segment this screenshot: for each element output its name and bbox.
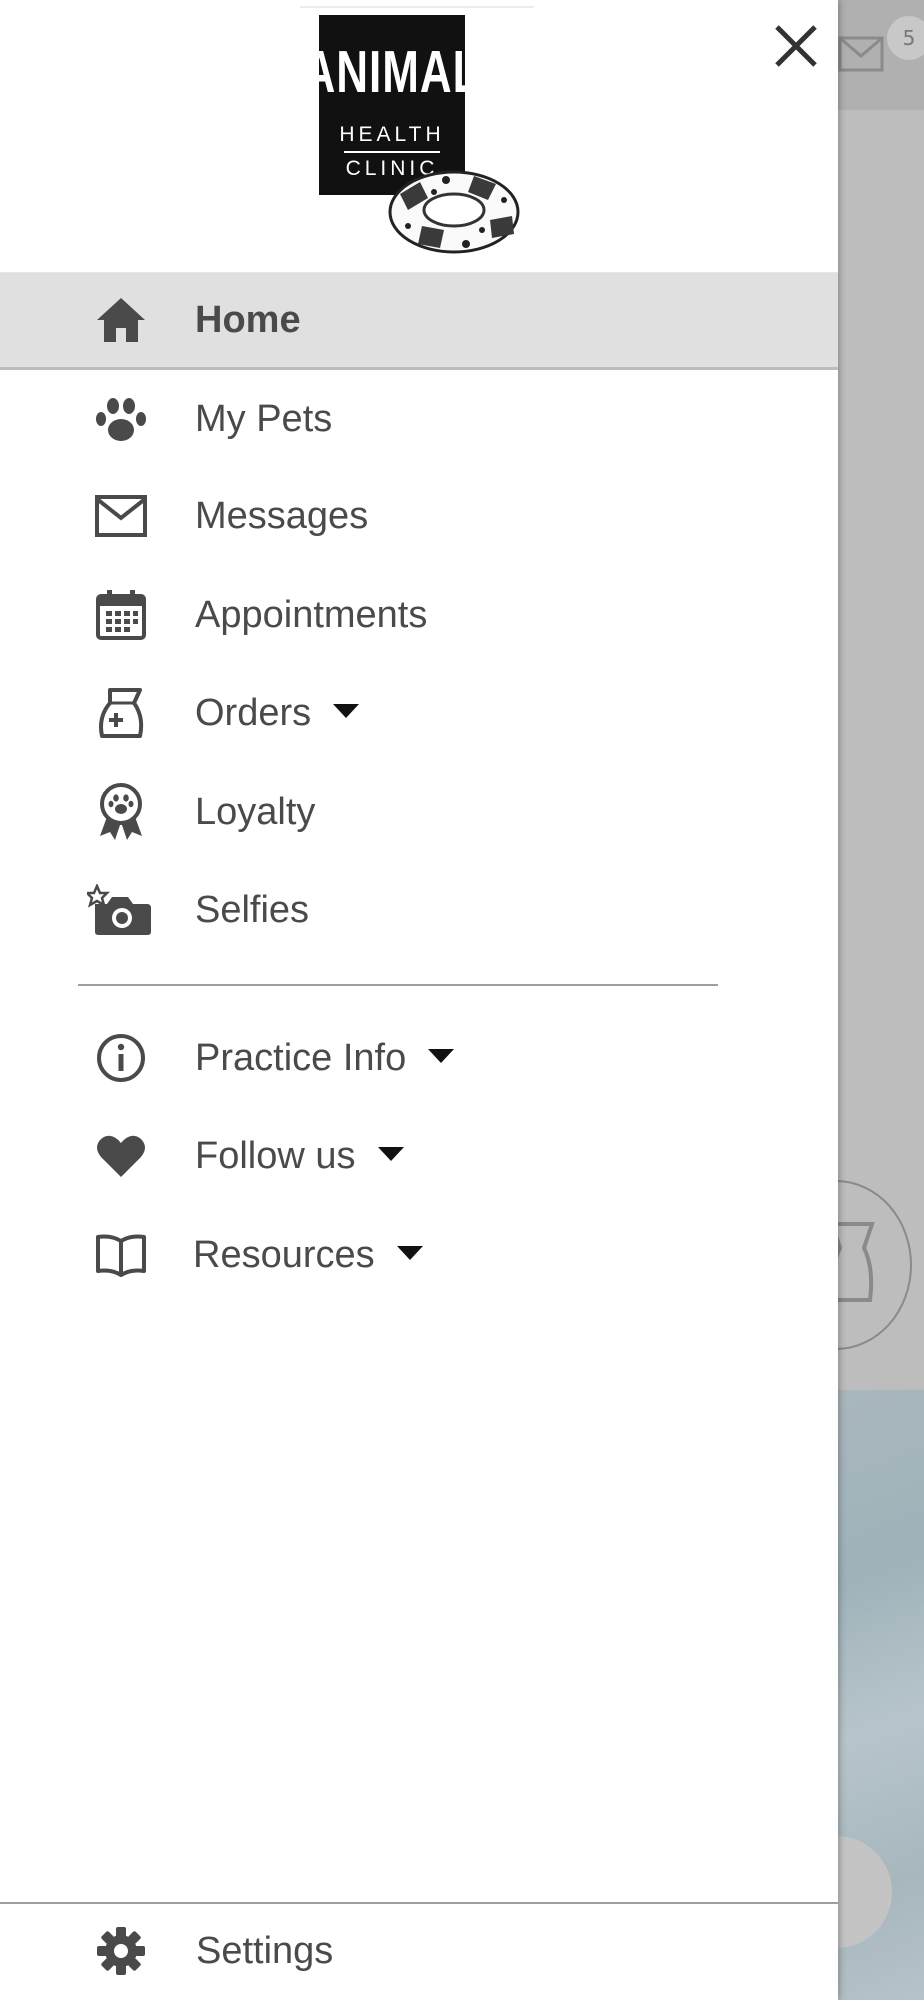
menu-item-loyalty[interactable]: Loyalty xyxy=(0,763,838,861)
navigation-drawer: ANIMAL HEALTH CLINIC Home My Pets Messag… xyxy=(0,0,838,2000)
menu-label-resources: Resources xyxy=(193,1234,423,1277)
close-icon xyxy=(775,25,817,67)
award-ribbon-icon xyxy=(90,781,152,843)
logo-top-divider xyxy=(300,6,534,8)
gear-icon xyxy=(90,1920,152,1982)
menu-item-selfies[interactable]: Selfies xyxy=(0,861,838,959)
menu-item-orders[interactable]: Orders xyxy=(0,664,838,762)
close-drawer-button[interactable] xyxy=(764,14,828,78)
menu-divider xyxy=(78,984,718,986)
menu-item-appointments[interactable]: Appointments xyxy=(0,566,838,664)
menu-label-settings: Settings xyxy=(196,1929,334,1972)
menu-label-follow-us: Follow us xyxy=(195,1135,404,1178)
logo-text-animal: ANIMAL xyxy=(303,39,481,106)
menu-label-messages: Messages xyxy=(195,494,369,537)
info-icon xyxy=(90,1027,152,1089)
chevron-down-icon xyxy=(377,1147,404,1162)
menu-item-resources[interactable]: Resources xyxy=(0,1206,838,1304)
menu-label-loyalty: Loyalty xyxy=(195,790,316,833)
logo-separator xyxy=(344,151,440,153)
menu-item-my-pets[interactable]: My Pets xyxy=(0,370,838,468)
dalmatian-ring-toy-image xyxy=(388,170,520,254)
camera-star-icon xyxy=(84,879,156,941)
heart-icon xyxy=(90,1125,152,1187)
menu-item-practice-info[interactable]: Practice Info xyxy=(0,1009,838,1107)
menu-label-selfies: Selfies xyxy=(195,888,310,931)
menu-label-orders: Orders xyxy=(195,692,360,735)
background-mail-icon xyxy=(838,36,884,72)
home-icon xyxy=(90,289,152,351)
logo-text-health: HEALTH xyxy=(339,123,445,146)
chevron-down-icon xyxy=(396,1246,423,1261)
menu-item-home[interactable]: Home xyxy=(0,272,838,370)
chevron-down-icon xyxy=(428,1049,455,1064)
menu-label-home: Home xyxy=(195,298,301,341)
book-icon xyxy=(90,1224,152,1286)
paw-icon xyxy=(90,388,152,450)
menu-item-follow-us[interactable]: Follow us xyxy=(0,1107,838,1205)
food-bag-icon xyxy=(90,682,152,744)
message-count-badge[interactable]: 5 xyxy=(887,16,924,60)
menu-label-practice-info: Practice Info xyxy=(195,1037,455,1080)
menu-label-appointments: Appointments xyxy=(195,593,428,636)
chevron-down-icon xyxy=(333,704,360,719)
menu-item-messages[interactable]: Messages xyxy=(0,467,838,565)
menu-item-settings[interactable]: Settings xyxy=(0,1902,838,2000)
calendar-icon xyxy=(90,584,152,646)
envelope-icon xyxy=(90,485,152,547)
menu-label-my-pets: My Pets xyxy=(195,397,333,440)
